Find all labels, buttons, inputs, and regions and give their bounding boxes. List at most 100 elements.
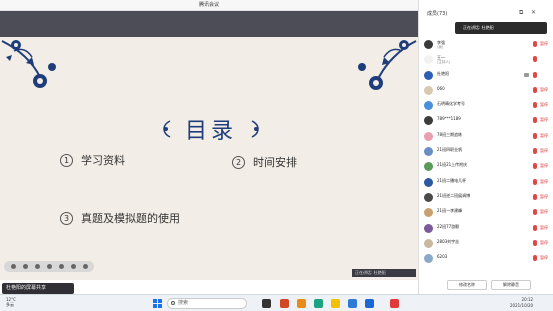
slide-title-block: 目录 [150, 109, 272, 149]
screen-share-bar[interactable]: 杜艳阳的屏幕共享 [2, 283, 74, 294]
powerpoint-icon[interactable] [280, 299, 289, 308]
avatar [424, 40, 433, 49]
mic-muted-icon[interactable] [533, 239, 537, 246]
weather-widget[interactable]: 12°C 多云 [6, 297, 16, 307]
mic-muted-icon[interactable] [533, 193, 537, 200]
text-icon[interactable] [58, 264, 64, 269]
participant-row[interactable]: 060 暂停 [419, 83, 553, 98]
start-icon[interactable] [153, 299, 162, 308]
participant-row[interactable]: 21班一李建峰 暂停 [419, 205, 553, 220]
more-icon[interactable] [82, 264, 88, 269]
participant-row[interactable]: 21班21上传附庆 暂停 [419, 159, 553, 174]
pen-icon[interactable] [34, 264, 40, 269]
avatar [424, 55, 433, 65]
top-right-flower-icon [358, 40, 417, 90]
mic-muted-icon[interactable] [533, 117, 537, 124]
task-view-icon[interactable] [262, 299, 271, 308]
shared-slide: 目录 1 学习资料 2 时间安排 3 真题及模拟题的使用 [0, 37, 418, 280]
popout-icon[interactable]: ⧉ [519, 10, 525, 16]
mic-muted-icon[interactable] [533, 163, 537, 170]
participant-name: 6203 [437, 254, 448, 260]
status-badge: 暂停 [540, 209, 548, 215]
toc-item-1: 1 学习资料 [60, 152, 125, 168]
unmute-all-button[interactable]: 解除静音 [491, 280, 531, 290]
toc-number: 2 [232, 155, 245, 169]
mic-muted-icon[interactable] [533, 178, 537, 185]
mic-muted-icon[interactable] [533, 71, 537, 78]
camera-icon[interactable] [524, 72, 529, 77]
clock-date: 2021/10/20 [510, 303, 534, 308]
participant-name: 21班21上传附庆 [437, 162, 468, 168]
participant-row[interactable]: 6203 暂停 [419, 251, 553, 266]
avatar [424, 254, 433, 264]
mic-muted-icon[interactable] [533, 41, 537, 47]
mic-muted-icon[interactable] [533, 56, 537, 63]
rename-button[interactable]: 修改名称 [447, 280, 487, 290]
participant-row[interactable]: 78班三期追练 暂停 [419, 129, 553, 144]
avatar [424, 147, 433, 157]
participant-row[interactable]: 21班四职业帆 暂停 [419, 144, 553, 159]
participant-row[interactable]: 21班逆二班展调博 暂停 [419, 190, 553, 205]
mic-muted-icon[interactable] [533, 86, 537, 93]
participant-name: 21班二播电几杯 [437, 177, 467, 183]
avatar [424, 223, 433, 233]
status-badge: 暂停 [540, 163, 548, 169]
participant-row[interactable]: 21班二播电几杯 暂停 [419, 175, 553, 190]
edge-icon[interactable] [314, 299, 323, 308]
forward-icon[interactable] [22, 264, 28, 269]
mic-muted-icon[interactable] [533, 102, 537, 109]
participant-row[interactable]: 789***1189 暂停 [419, 113, 553, 128]
eraser-icon[interactable] [70, 264, 76, 269]
status-badge: 暂停 [540, 193, 548, 199]
participant-name: 2803刘宇丝 [437, 238, 460, 244]
right-ornament-icon [251, 120, 259, 138]
participant-name: 21班一李建峰 [437, 208, 463, 214]
participant-row[interactable]: 王一 (主持人) [419, 52, 553, 67]
meeting-stage: 目录 1 学习资料 2 时间安排 3 真题及模拟题的使用 正在讲话: 杜艳阳 [0, 11, 418, 280]
participant-row[interactable]: 石明晴化学考号 暂停 [419, 98, 553, 113]
status-badge: 暂停 [540, 224, 548, 230]
search-icon [171, 301, 175, 305]
status-badge: 暂停 [540, 255, 548, 261]
participant-name: 21班逆二班展调博 [437, 192, 471, 198]
mic-muted-icon[interactable] [533, 148, 537, 155]
avatar [424, 208, 433, 218]
participant-role: (主持人) [437, 60, 451, 65]
mic-muted-icon[interactable] [533, 224, 537, 231]
participant-row[interactable]: 22班77游颢 暂停 [419, 221, 553, 236]
avatar [424, 101, 433, 111]
back-icon[interactable] [10, 264, 16, 269]
toc-label: 时间安排 [253, 156, 297, 169]
taskbar-search[interactable]: 搜索 [167, 298, 247, 309]
participant-role: (我) [437, 45, 444, 49]
mic-muted-icon[interactable] [533, 255, 537, 262]
mic-muted-icon[interactable] [533, 209, 537, 216]
annotation-toolbar[interactable] [4, 261, 94, 272]
participant-row[interactable]: 2803刘宇丝 暂停 [419, 236, 553, 251]
explorer-icon[interactable] [331, 299, 340, 308]
mic-muted-icon[interactable] [533, 132, 537, 139]
avatar [424, 131, 433, 141]
status-badge: 暂停 [540, 132, 548, 138]
shape-icon[interactable] [46, 264, 52, 269]
wps-icon[interactable] [390, 299, 399, 308]
avatar [424, 162, 433, 172]
participant-row[interactable]: 李强 (我) 暂停 [419, 37, 553, 52]
participant-panel: 成员(73) ⧉ ✕ 正在讲话: 杜艳阳 李强 (我) 暂停 王一 (主持人) 杜艳阳 06… [418, 0, 553, 294]
participant-row[interactable]: 杜艳阳 [419, 68, 553, 83]
close-icon[interactable]: ✕ [531, 10, 537, 16]
participant-name: 杜艳阳 [437, 70, 449, 76]
member-count: 成员(73) [427, 11, 448, 17]
avatar [424, 70, 433, 80]
toc-number: 3 [60, 211, 73, 225]
avatar [424, 85, 433, 95]
participant-name: 21班四职业帆 [437, 147, 463, 153]
weather-desc: 多云 [6, 302, 14, 307]
clock[interactable]: 20:12 2021/10/20 [510, 297, 533, 309]
store-icon[interactable] [348, 299, 357, 308]
browser-icon[interactable] [297, 299, 306, 308]
avatar [424, 238, 433, 248]
speaker-tag: 正在讲话: 杜艳阳 [352, 269, 416, 277]
meeting-app-icon[interactable] [365, 299, 374, 308]
status-badge: 暂停 [540, 102, 548, 108]
